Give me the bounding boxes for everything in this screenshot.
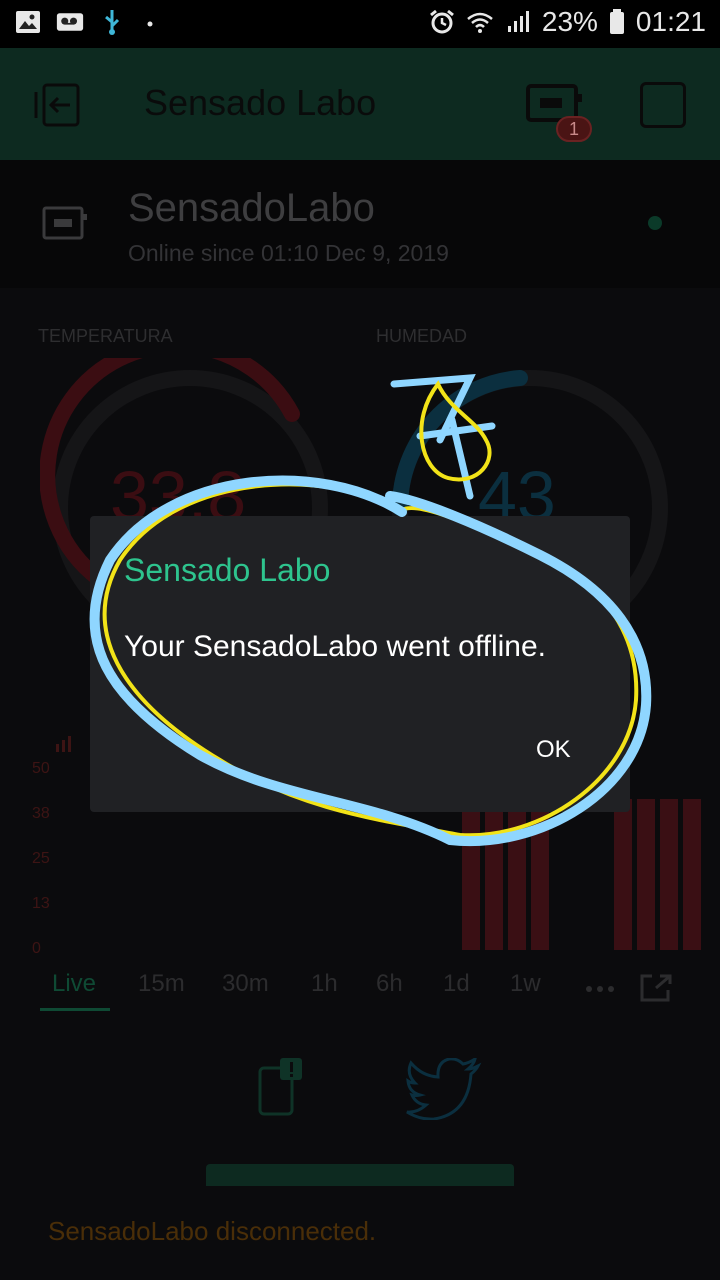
device-count-badge: 1: [556, 116, 592, 142]
alarm-icon: [429, 9, 454, 34]
notification-icon[interactable]: [256, 1058, 306, 1118]
chart-bar: [485, 799, 503, 950]
exit-icon[interactable]: [30, 82, 82, 128]
device-status: Online since 01:10 Dec 9, 2019: [128, 240, 449, 266]
clock-time: 01:21: [635, 6, 706, 37]
y-tick: 38: [32, 805, 50, 822]
app-bar: Sensado Labo: [0, 48, 720, 160]
tab-1d[interactable]: 1d: [443, 970, 470, 998]
offline-dialog: Sensado Labo Your SensadoLabo went offli…: [90, 516, 630, 812]
voicemail-icon: [56, 13, 84, 31]
status-bar: 23% 01:21: [0, 0, 720, 48]
signal-icon: [507, 11, 529, 32]
device-name: SensadoLabo: [128, 186, 375, 230]
chart-bar: [660, 799, 678, 950]
online-indicator: [648, 216, 662, 230]
chart-icon: [56, 736, 71, 752]
more-icon[interactable]: [584, 984, 616, 994]
tab-30m[interactable]: 30m: [222, 970, 269, 998]
dialog-title: Sensado Labo: [124, 552, 331, 588]
y-tick: 0: [32, 940, 41, 957]
tab-underline: [40, 1008, 110, 1011]
tab-1h[interactable]: 1h: [311, 970, 338, 998]
image-icon: [16, 11, 40, 33]
square-icon[interactable]: [640, 82, 686, 128]
battery-icon: [609, 9, 624, 34]
chart-bar: [637, 799, 655, 950]
chart-bar: [683, 799, 701, 950]
y-tick: 50: [32, 760, 50, 777]
chart-bar: [462, 799, 480, 950]
gauge-label-temperature: TEMPERATURA: [38, 326, 173, 346]
tab-15m[interactable]: 15m: [138, 970, 185, 998]
dialog-message: Your SensadoLabo went offline.: [124, 630, 547, 663]
tab-6h[interactable]: 6h: [376, 970, 403, 998]
wifi-icon: [467, 12, 493, 33]
twitter-icon[interactable]: [406, 1058, 482, 1120]
app-title: Sensado Labo: [144, 82, 377, 123]
tab-live[interactable]: Live: [52, 970, 96, 998]
gauge-label-humidity: HUMEDAD: [376, 326, 468, 346]
chart-bar: [508, 799, 526, 950]
battery-percent: 23%: [541, 6, 598, 37]
disconnected-message: SensadoLabo disconnected.: [48, 1216, 377, 1246]
expand-icon[interactable]: [638, 972, 674, 1004]
chart-bar: [531, 799, 549, 950]
action-button-partial[interactable]: [206, 1164, 514, 1186]
y-tick: 13: [32, 895, 50, 912]
dot-icon: [147, 21, 153, 27]
device-header[interactable]: SensadoLabo Online since 01:10 Dec 9, 20…: [0, 160, 720, 288]
ok-button[interactable]: OK: [530, 732, 577, 768]
chart-bar: [614, 799, 632, 950]
usb-icon: [105, 10, 120, 35]
y-tick: 25: [32, 850, 50, 867]
tab-1w[interactable]: 1w: [510, 970, 541, 998]
device-icon: [42, 206, 87, 240]
